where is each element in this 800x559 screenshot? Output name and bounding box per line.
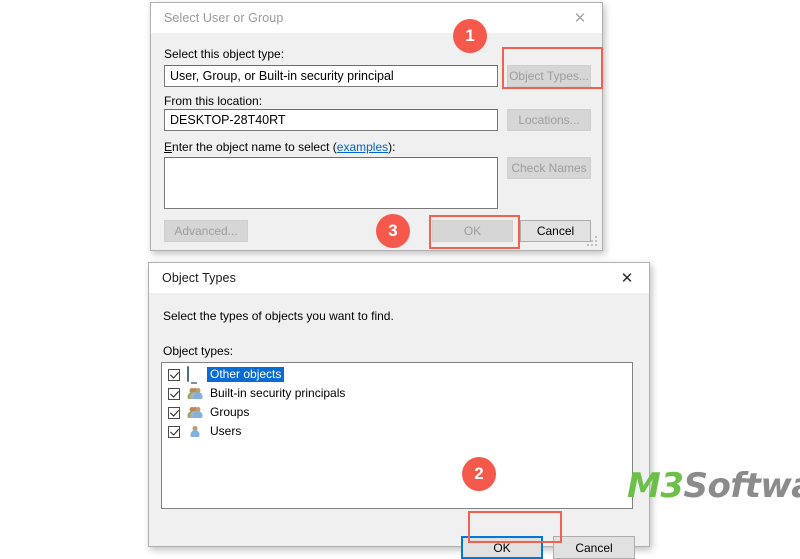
location-value: DESKTOP-28T40RT: [164, 109, 498, 131]
select-user-or-group-dialog[interactable]: Select User or Group ✕ Select this objec…: [150, 2, 603, 251]
object-name-label-main: nter the object name to select (: [172, 140, 337, 154]
object-name-label-post: ):: [388, 140, 395, 154]
watermark-brand: M3: [627, 466, 684, 506]
advanced-button[interactable]: Advanced...: [164, 220, 248, 242]
list-item-label: Groups: [207, 405, 252, 420]
select-user-body: Select this object type: User, Group, or…: [151, 33, 602, 250]
object-types-listbox[interactable]: Other objects Built-in security principal…: [161, 362, 633, 509]
person-glyph: [193, 407, 203, 419]
list-item[interactable]: Other objects: [162, 366, 632, 383]
object-name-accesskey: E: [164, 140, 172, 154]
object-name-label: Enter the object name to select (example…: [164, 140, 395, 154]
list-item[interactable]: Groups: [162, 404, 632, 421]
step-badge-1: 1: [453, 19, 487, 53]
list-item-label: Other objects: [207, 367, 284, 382]
select-user-cancel-button[interactable]: Cancel: [520, 220, 591, 242]
checkbox-checked[interactable]: [168, 407, 180, 419]
list-item-label: Built-in security principals: [207, 386, 348, 401]
object-types-instruction: Select the types of objects you want to …: [163, 309, 394, 323]
object-type-label: Select this object type:: [164, 47, 284, 61]
object-types-button[interactable]: Object Types...: [507, 65, 591, 87]
examples-link[interactable]: examples: [337, 140, 388, 154]
close-icon[interactable]: ✕: [605, 263, 649, 293]
select-user-ok-button[interactable]: OK: [432, 220, 513, 242]
group-icon: [187, 386, 203, 401]
checkbox-checked[interactable]: [168, 369, 180, 381]
checkbox-checked[interactable]: [168, 388, 180, 400]
person-glyph: [190, 426, 200, 438]
step-badge-3: 3: [376, 214, 410, 248]
list-item[interactable]: Built-in security principals: [162, 385, 632, 402]
group-icon: [187, 405, 203, 420]
list-item-label: Users: [207, 424, 244, 439]
watermark: M3Software: [627, 466, 800, 506]
object-types-cancel-button[interactable]: Cancel: [553, 536, 635, 559]
user-icon: [187, 424, 203, 439]
locations-button[interactable]: Locations...: [507, 109, 591, 131]
person-glyph: [193, 388, 203, 400]
location-label: From this location:: [164, 94, 262, 108]
select-user-title: Select User or Group: [164, 11, 283, 25]
select-user-titlebar[interactable]: Select User or Group ✕: [151, 3, 602, 33]
object-types-title: Object Types: [162, 271, 236, 285]
object-name-input[interactable]: [164, 157, 498, 209]
watermark-suffix: Software: [684, 466, 800, 506]
list-item[interactable]: Users: [162, 423, 632, 440]
object-types-ok-button[interactable]: OK: [461, 536, 543, 559]
object-types-titlebar[interactable]: Object Types ✕: [149, 263, 649, 293]
monitor-icon: [187, 367, 203, 382]
step-badge-2: 2: [462, 457, 496, 491]
object-types-body: Select the types of objects you want to …: [149, 293, 649, 546]
check-names-button[interactable]: Check Names: [507, 157, 591, 179]
object-types-list-label: Object types:: [163, 344, 233, 358]
close-icon[interactable]: ✕: [558, 3, 602, 33]
resize-grip[interactable]: [587, 236, 599, 248]
monitor-screen: [187, 366, 189, 382]
object-types-dialog[interactable]: Object Types ✕ Select the types of objec…: [148, 262, 650, 547]
object-type-value: User, Group, or Built-in security princi…: [164, 65, 498, 87]
checkbox-checked[interactable]: [168, 426, 180, 438]
